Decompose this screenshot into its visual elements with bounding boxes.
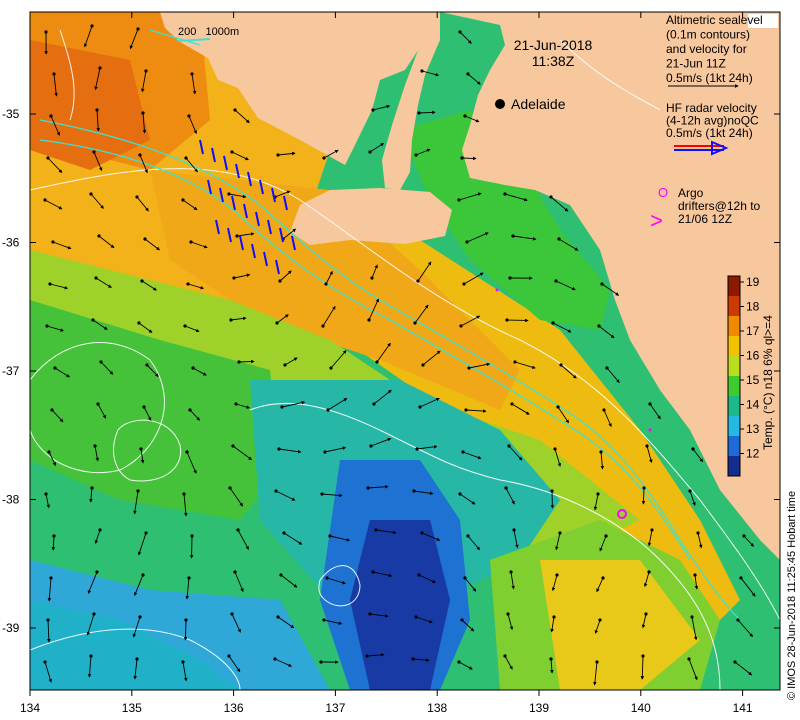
legend-line: 21-Jun 11Z xyxy=(666,57,726,71)
colorbar-tick-label: 18 xyxy=(746,300,760,314)
colorbar-label: Temp. (°C) n18 6% ql>=4 xyxy=(761,315,775,450)
colorbar-swatch xyxy=(728,376,740,397)
velocity-arrow xyxy=(461,156,477,161)
legend-argo-symbol: O xyxy=(658,185,668,200)
velocity-arrow xyxy=(183,619,188,641)
colorbar-swatch xyxy=(728,276,740,297)
x-axis-tick-label: 134 xyxy=(20,701,40,715)
colorbar-tick-label: 17 xyxy=(746,324,760,338)
argo-drifter-dot xyxy=(495,288,499,292)
colorbar-swatch xyxy=(728,356,740,377)
x-axis-tick-label: 139 xyxy=(529,701,549,715)
legend-line: drifters@12h to xyxy=(678,199,761,213)
colorbar-tick-label: 13 xyxy=(746,422,760,436)
scale-bar-label: 200 1000m xyxy=(178,26,239,38)
velocity-arrow xyxy=(238,359,255,364)
colorbar-swatch xyxy=(728,456,740,477)
legend-line: 0.5m/s (1kt 24h) xyxy=(666,71,753,85)
legend-line: and velocity for xyxy=(666,42,747,56)
y-axis-tick-label: -35 xyxy=(2,107,20,121)
x-axis-tick-label: 136 xyxy=(224,701,244,715)
x-axis-tick-label: 140 xyxy=(631,701,651,715)
colorbar-swatch xyxy=(728,436,740,457)
colorbar-swatch xyxy=(728,336,740,357)
colorbar-swatch xyxy=(728,316,740,337)
colorbar-tick-label: 14 xyxy=(746,398,760,412)
y-axis-tick-label: -36 xyxy=(2,236,20,250)
colorbar-tick-label: 16 xyxy=(746,349,760,363)
y-axis-tick-label: -39 xyxy=(2,621,20,635)
x-axis-tick-label: 138 xyxy=(427,701,447,715)
legend: Altimetric sealevel(0.1m contours)and ve… xyxy=(650,12,780,233)
y-axis-tick-label: -37 xyxy=(2,364,20,378)
legend-line: Argo xyxy=(678,186,704,200)
argo-drifter-dot xyxy=(648,428,652,432)
sst-map: Adelaide 200 1000m 21-Jun-2018 11:38Z Al… xyxy=(2,11,798,715)
colorbar-tick-label: 12 xyxy=(746,447,760,461)
credit-text: © IMOS 28-Jun-2018 11:25:45 Hobart time xyxy=(786,491,798,700)
legend-line: 0.5m/s (1kt 24h) xyxy=(666,126,753,140)
x-axis-tick-label: 141 xyxy=(733,701,753,715)
x-axis-tick-label: 137 xyxy=(325,701,345,715)
legend-line: Altimetric sealevel xyxy=(666,13,763,27)
colorbar-tick-label: 15 xyxy=(746,373,760,387)
legend-line: (0.1m contours) xyxy=(666,28,750,42)
colorbar-tick-label: 19 xyxy=(746,275,760,289)
legend-line: 21/06 12Z xyxy=(678,212,732,226)
colorbar-swatch xyxy=(728,396,740,417)
adelaide-marker xyxy=(495,99,505,109)
colorbar-swatch xyxy=(728,296,740,317)
map-date: 21-Jun-2018 xyxy=(514,37,593,53)
colorbar-swatch xyxy=(728,416,740,437)
legend-hf-text: HF radar velocity(4-12h avg)noQC0.5m/s (… xyxy=(666,101,759,140)
x-axis-tick-label: 135 xyxy=(122,701,142,715)
map-time: 11:38Z xyxy=(532,53,575,69)
velocity-arrow xyxy=(641,487,646,505)
y-axis-tick-label: -38 xyxy=(2,493,20,507)
city-label: Adelaide xyxy=(511,96,566,112)
legend-drifter-symbol: > xyxy=(650,208,663,233)
